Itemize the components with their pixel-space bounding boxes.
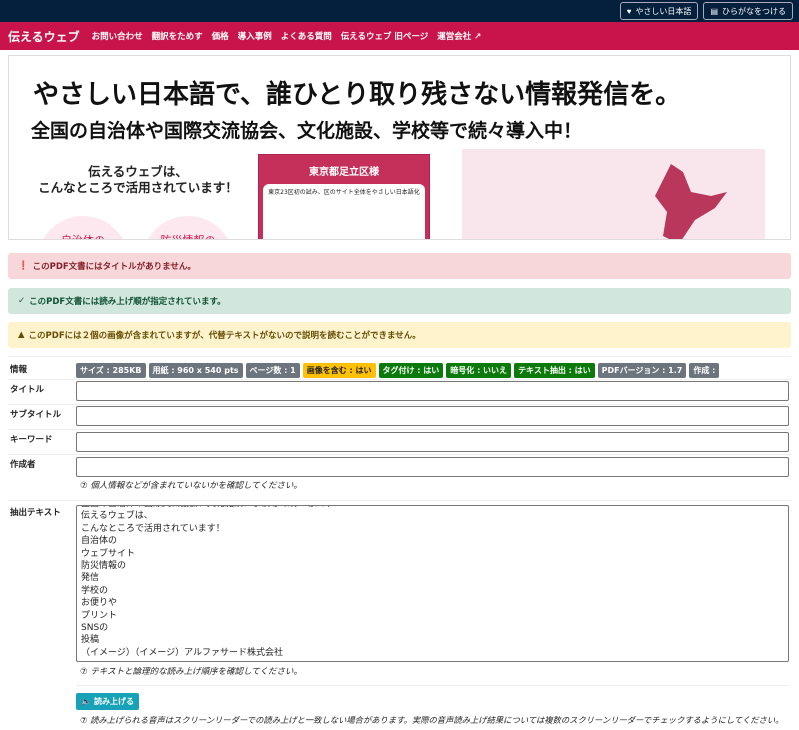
check-circle-icon: ✓ [18, 296, 26, 306]
extracted-text-area[interactable]: 全国の自治体や国際交流協会、文化施設、学校等で続々導入中！伝えるウェブは、こんな… [76, 505, 789, 662]
extracted-line: 防災情報の [81, 561, 127, 572]
extracted-line: 伝えるウェブは、 [81, 511, 153, 522]
extract-hint: ⑦ テキストと論理的な読み上げ順序を確認してください。 [80, 667, 303, 677]
top-bar: ♥ やさしい日本語 ▤ ひらがなをつける [0, 0, 799, 22]
extracted-line: SNSの [81, 623, 109, 634]
info-badge: 作成 : [689, 363, 720, 378]
title-input[interactable] [76, 381, 789, 401]
author-input[interactable] [76, 457, 789, 477]
extracted-line: プリント [81, 610, 118, 621]
info-badge: テキスト抽出 : はい [514, 363, 595, 378]
nav-company[interactable]: 運営会社 ↗ [437, 30, 481, 42]
nav-price[interactable]: 価格 [212, 30, 229, 42]
extracted-line: お便りや [81, 598, 118, 609]
keywords-input[interactable] [76, 432, 789, 452]
main-nav: 伝えるウェブ お問い合わせ 翻訳をためす 価格 導入事例 よくある質問 伝えるウ… [0, 22, 799, 50]
nav-faq[interactable]: よくある質問 [281, 30, 332, 42]
external-link-icon: ↗ [474, 32, 482, 42]
privacy-hint: ⑦ 個人情報などが含まれていないかを確認してください。 [80, 481, 303, 491]
extracted-line: こんなところで活用されています！ [81, 523, 225, 534]
read-aloud-button[interactable]: 🔈 読み上げる [76, 693, 139, 710]
alert-reading-order: ✓ このPDF文書には読み上げ順が指定されています。 [8, 288, 791, 314]
info-badge: ページ数 : 1 [245, 363, 300, 378]
exclamation-icon: ❗ [18, 261, 29, 271]
extracted-line: （イメージ）（イメージ）アルファサード株式会社 [81, 647, 284, 658]
extracted-line: 自治体の [81, 536, 118, 547]
alert-images: ▲ このPDFには２個の画像が含まれていますが、代替テキストがないので説明を読むこ… [8, 322, 791, 348]
furigana-button[interactable]: ▤ ひらがなをつける [703, 2, 793, 20]
info-badge: タグ付け : はい [378, 363, 444, 378]
nav-try-translation[interactable]: 翻訳をためす [152, 30, 203, 42]
speech-note: ⑦ 読み上げられる音声はスクリーンリーダーでの読み上げと一致しない場合があります… [80, 715, 784, 725]
info-row: 情報 サイズ : 285KB 用紙 : 960 x 540 pts ページ数 : 1… [8, 356, 791, 380]
extracted-line: 学校の [81, 585, 109, 596]
info-badge: PDFバージョン : 1.7 [597, 363, 687, 378]
subtitle-input[interactable] [76, 406, 789, 426]
warning-icon: ▲ [18, 330, 25, 340]
alert-no-title: ❗ このPDF文書にはタイトルがありません。 [8, 253, 791, 279]
easy-japanese-button[interactable]: ♥ やさしい日本語 [619, 2, 699, 20]
info-badge: 暗号化 : いいえ [446, 363, 512, 378]
map-image [462, 149, 765, 239]
speaker-icon: 🔈 [81, 697, 91, 706]
info-badge: サイズ : 285KB [76, 363, 146, 378]
hokkaido-shape [655, 164, 727, 239]
extracted-line: 投稿 [81, 635, 100, 646]
brand-logo[interactable]: 伝えるウェブ [8, 28, 80, 45]
info-badge: 画像を含む : はい [302, 363, 376, 378]
nav-contact[interactable]: お問い合わせ [92, 30, 143, 42]
pdf-preview: やさしい日本語で、誰ひとり取り残さない情報発信を。 全国の自治体や国際交流協会、… [8, 55, 791, 240]
document-icon: ▤ [710, 6, 718, 16]
info-badge: 用紙 : 960 x 540 pts [148, 363, 243, 378]
nav-old-page[interactable]: 伝えるウェブ 旧ページ [341, 30, 429, 42]
case-card: 東京都足立区様 東京23区初の試み、区のサイト全体をやさしい日本語化 [258, 154, 430, 239]
heart-icon: ♥ [626, 6, 632, 16]
extracted-line: ウェブサイト [81, 548, 136, 559]
nav-cases[interactable]: 導入事例 [238, 30, 272, 42]
extracted-line: 発信 [81, 573, 100, 584]
info-badges: サイズ : 285KB 用紙 : 960 x 540 pts ページ数 : 1 画像を… [76, 363, 720, 378]
